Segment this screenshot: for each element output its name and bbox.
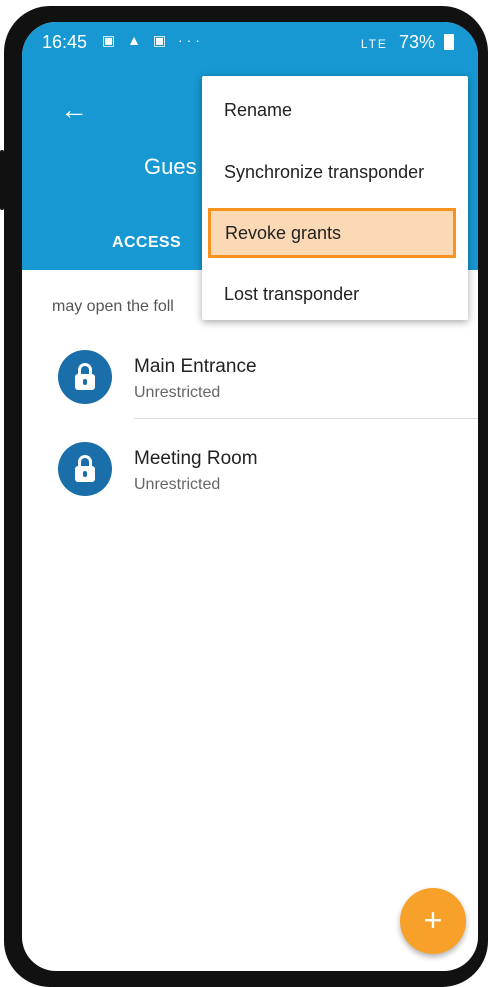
add-fab-button[interactable]: + bbox=[400, 888, 466, 954]
screen: 16:45 ▣ ▲ ▣ ··· LTE 73% ← Gues ACCESS ma… bbox=[22, 22, 478, 971]
list-item-title: Meeting Room bbox=[134, 448, 258, 469]
back-arrow-icon[interactable]: ← bbox=[60, 96, 88, 124]
list-item-meeting-room[interactable]: Meeting Room Unrestricted bbox=[22, 426, 478, 510]
list-item-title: Main Entrance bbox=[134, 356, 257, 377]
network-icon: LTE bbox=[360, 37, 388, 51]
menu-item-rename[interactable]: Rename bbox=[202, 80, 468, 140]
list-subheader: may open the foll bbox=[52, 298, 174, 315]
lock-icon bbox=[58, 442, 112, 496]
overflow-menu: Rename Synchronize transponder Revoke gr… bbox=[202, 76, 468, 320]
list-item-subtitle: Unrestricted bbox=[134, 476, 221, 493]
page-title: Gues bbox=[144, 154, 197, 179]
battery-icon bbox=[444, 34, 454, 50]
menu-item-revoke-grants[interactable]: Revoke grants bbox=[208, 208, 456, 258]
tab-access[interactable]: ACCESS bbox=[112, 234, 181, 252]
menu-item-lost-transponder[interactable]: Lost transponder bbox=[202, 264, 468, 324]
volume-button bbox=[0, 150, 4, 210]
menu-item-synchronize-transponder[interactable]: Synchronize transponder bbox=[202, 142, 468, 202]
status-bar: 16:45 ▣ ▲ ▣ ··· LTE 73% bbox=[22, 22, 478, 56]
list-item-main-entrance[interactable]: Main Entrance Unrestricted bbox=[22, 334, 478, 418]
notification-icons: ▣ ▲ ▣ ··· bbox=[102, 32, 204, 48]
divider bbox=[134, 418, 478, 419]
lock-icon bbox=[58, 350, 112, 404]
phone-frame: 16:45 ▣ ▲ ▣ ··· LTE 73% ← Gues ACCESS ma… bbox=[4, 6, 488, 987]
status-time: 16:45 bbox=[42, 32, 88, 52]
list-item-subtitle: Unrestricted bbox=[134, 384, 221, 401]
status-right: LTE 73% bbox=[361, 32, 454, 53]
battery-percent: 73% bbox=[398, 32, 435, 52]
